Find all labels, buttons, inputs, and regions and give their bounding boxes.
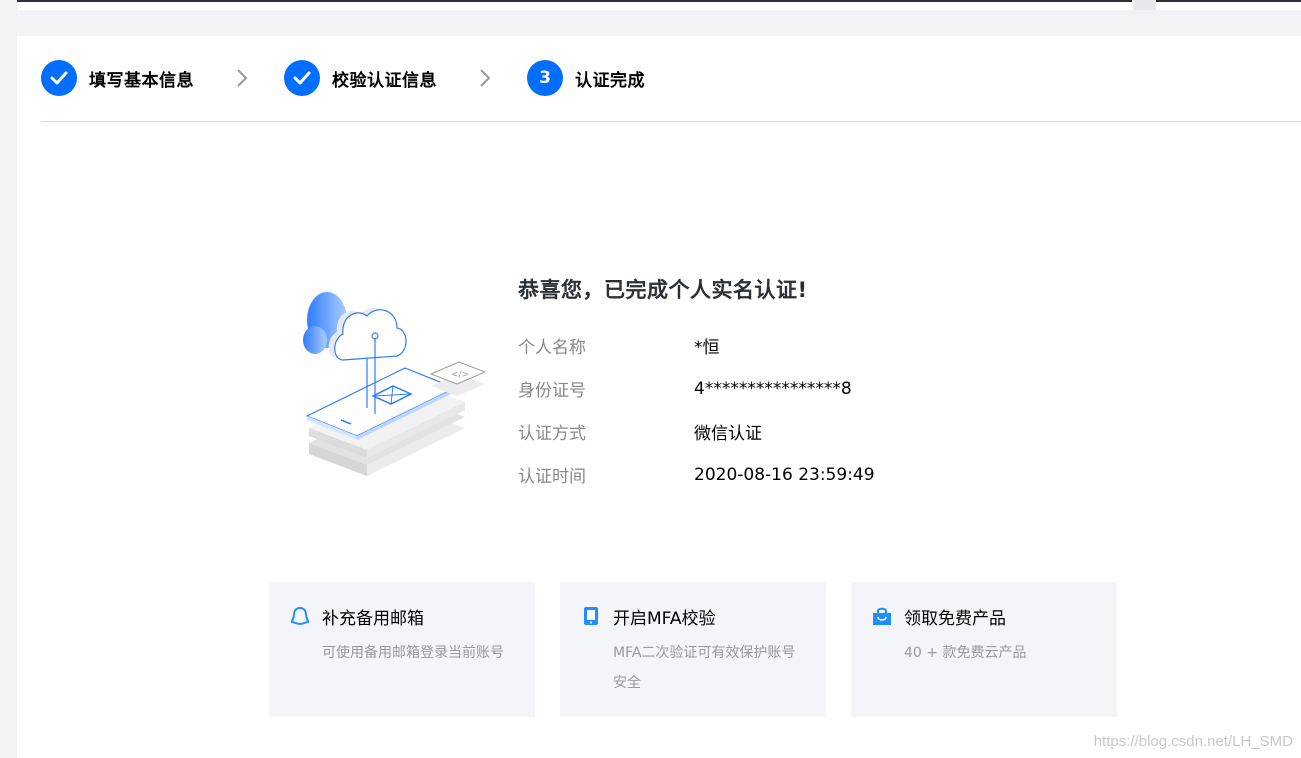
feature-free-products[interactable]: 领取免费产品 40 + 款免费云产品	[851, 582, 1117, 717]
check-icon	[41, 60, 77, 96]
main-card: 填写基本信息 校验认证信息 3 认证完成	[17, 36, 1301, 758]
watermark: https://blog.csdn.net/LH_SMD	[1094, 733, 1293, 750]
feature-cards: 补充备用邮箱 可使用备用邮箱登录当前账号 开启MFA校验 MFA二次验证可有效保…	[269, 582, 1117, 717]
feature-desc: 40 + 款免费云产品	[904, 638, 1094, 668]
check-icon	[284, 60, 320, 96]
chevron-right-icon	[471, 60, 499, 96]
shopping-bag-icon	[871, 605, 893, 627]
verification-result: 恭喜您，已完成个人实名认证! 个人名称 *恒 身份证号 4***********…	[518, 274, 875, 496]
feature-title: 补充备用邮箱	[322, 604, 424, 629]
chevron-right-icon	[228, 60, 256, 96]
feature-title: 领取免费产品	[904, 604, 1006, 629]
feature-mfa[interactable]: 开启MFA校验 MFA二次验证可有效保护账号安全	[560, 582, 826, 717]
step-1: 填写基本信息	[41, 60, 194, 96]
info-row-time: 认证时间 2020-08-16 23:59:49	[518, 453, 875, 496]
steps-bar: 填写基本信息 校验认证信息 3 认证完成	[41, 60, 645, 96]
svg-text:</>: </>	[451, 370, 469, 380]
step-label: 校验认证信息	[332, 66, 437, 91]
info-row-method: 认证方式 微信认证	[518, 410, 875, 453]
info-key: 个人名称	[518, 333, 694, 358]
info-value: *恒	[694, 333, 720, 358]
qq-bell-icon	[289, 605, 311, 627]
feature-desc: 可使用备用邮箱登录当前账号	[322, 638, 512, 668]
step-3: 3 认证完成	[527, 60, 645, 96]
info-value: 2020-08-16 23:59:49	[694, 465, 875, 485]
info-row-name: 个人名称 *恒	[518, 324, 875, 367]
info-key: 身份证号	[518, 376, 694, 401]
step-label: 填写基本信息	[89, 66, 194, 91]
scroll-thumb[interactable]	[1134, 0, 1156, 10]
phone-icon	[580, 605, 602, 627]
result-title: 恭喜您，已完成个人实名认证!	[518, 274, 875, 304]
info-value: 4****************8	[694, 379, 852, 399]
feature-desc: MFA二次验证可有效保护账号安全	[613, 638, 803, 698]
top-bar-left	[17, 0, 1132, 10]
info-key: 认证时间	[518, 462, 694, 487]
top-bar	[0, 0, 1301, 12]
verification-illustration: </>	[287, 278, 487, 498]
info-value: 微信认证	[694, 419, 762, 444]
top-bar-right	[1156, 0, 1301, 10]
info-key: 认证方式	[518, 419, 694, 444]
step-number: 3	[527, 60, 563, 96]
feature-title: 开启MFA校验	[613, 604, 716, 629]
step-2: 校验认证信息	[284, 60, 437, 96]
step-label: 认证完成	[575, 66, 645, 91]
info-row-id-number: 身份证号 4****************8	[518, 367, 875, 410]
feature-backup-email[interactable]: 补充备用邮箱 可使用备用邮箱登录当前账号	[269, 582, 535, 717]
divider	[41, 121, 1301, 122]
